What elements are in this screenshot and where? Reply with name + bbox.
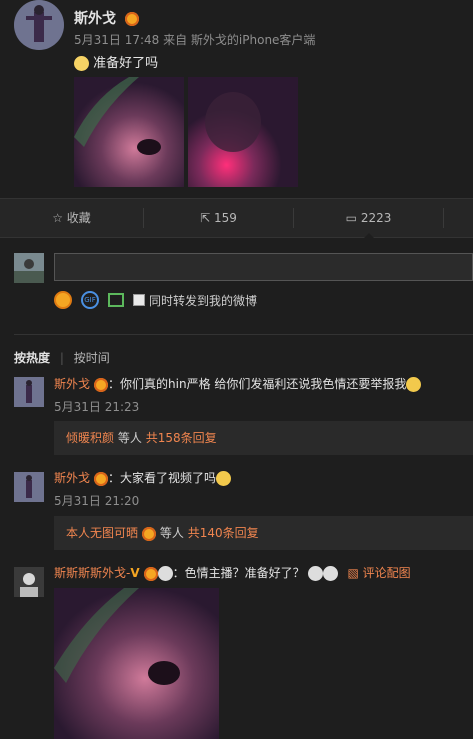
vip-badge-icon	[142, 526, 157, 541]
comment: 斯外戈 ：大家看了视频了吗	[54, 469, 232, 486]
sort-time-tab[interactable]: 按时间	[74, 351, 110, 365]
vip-badge-icon	[124, 12, 139, 26]
comment-count: 2223	[360, 211, 392, 225]
divider	[443, 208, 444, 228]
photo-image-icon	[188, 77, 298, 187]
repost-checkbox-label: 同时转发到我的微博	[149, 293, 258, 308]
favorite-button[interactable]: ☆ 收藏	[0, 199, 143, 237]
comment-avatar[interactable]	[14, 567, 44, 597]
panda-emoji-icon	[157, 566, 173, 581]
post-meta: 5月31日 17:48 来自 斯外戈的iPhone客户端	[74, 33, 316, 47]
comment-input[interactable]	[54, 253, 473, 281]
face-emoji-icon	[307, 566, 323, 581]
comment-text: 大家看了视频了吗	[120, 471, 217, 485]
comment-photo[interactable]	[54, 588, 219, 739]
post-photo-1[interactable]	[74, 77, 184, 187]
reply-summary[interactable]: 倾暖积颜 等人 共158条回复	[54, 421, 473, 455]
cat-emoji-icon	[216, 471, 232, 486]
post-action-bar: ☆ 收藏 ⇱ 159 ▭ 2223	[0, 198, 473, 238]
sort-hot-tab[interactable]: 按热度	[14, 351, 50, 365]
repost-count: 159	[213, 211, 237, 225]
reply-summary[interactable]: 本人无图可晒 等人 共140条回复	[54, 516, 473, 550]
face-emoji-icon	[322, 566, 338, 581]
comment-time: 5月31日 21:23	[54, 400, 140, 414]
comment-text: 你们真的hin严格 给你们发福利还说我色情还要举报我	[120, 377, 407, 391]
reply-count[interactable]: 共158条回复	[146, 431, 217, 445]
comment-author[interactable]: 斯斯斯斯外戈-	[54, 566, 130, 580]
image-icon[interactable]	[108, 293, 124, 307]
image-icon: ▧	[347, 566, 359, 580]
avatar-figure-icon	[14, 253, 44, 283]
photo-image-icon	[74, 77, 184, 187]
comment-author[interactable]: 斯外戈	[54, 471, 90, 485]
emoji-icon[interactable]	[54, 291, 72, 309]
vip-badge-icon	[94, 377, 109, 392]
comment-icon: ▭	[345, 211, 357, 225]
my-avatar[interactable]	[14, 253, 44, 283]
repost-icon: ⇱	[200, 211, 211, 225]
reply-mid: 等人	[159, 526, 184, 540]
active-arrow-icon	[364, 233, 374, 238]
author-avatar[interactable]	[14, 0, 64, 50]
divider	[14, 334, 473, 335]
reply-user[interactable]: 本人无图可晒	[66, 526, 138, 540]
post-text: 准备好了吗	[93, 56, 159, 71]
comment-author[interactable]: 斯外戈	[54, 377, 90, 391]
cat-emoji-icon	[406, 377, 422, 392]
avatar-figure-icon	[14, 0, 64, 50]
star-icon: ☆	[52, 211, 63, 225]
comment-avatar[interactable]	[14, 472, 44, 502]
reply-user[interactable]: 倾暖积颜	[66, 431, 114, 445]
comment-avatar[interactable]	[14, 377, 44, 407]
vip-badge-icon	[143, 566, 158, 581]
reply-mid: 等人	[117, 431, 142, 445]
comment: 斯斯斯斯外戈-V ：色情主播？准备好了？ ▧ 评论配图	[54, 566, 411, 581]
gif-icon[interactable]: GIF	[81, 291, 99, 309]
comment-image-link[interactable]: 评论配图	[363, 566, 411, 580]
comment-button[interactable]: ▭ 2223	[294, 199, 443, 237]
avatar-figure-icon	[14, 472, 44, 502]
comment-time: 5月31日 21:20	[54, 494, 140, 508]
avatar-figure-icon	[14, 377, 44, 407]
nervous-emoji-icon	[74, 56, 89, 71]
repost-button[interactable]: ⇱ 159	[144, 199, 293, 237]
reply-count[interactable]: 共140条回复	[188, 526, 259, 540]
favorite-label: 收藏	[66, 211, 91, 225]
repost-checkbox[interactable]	[133, 294, 145, 306]
post-author-name[interactable]: 斯外戈	[74, 11, 116, 27]
photo-image-icon	[54, 588, 219, 739]
comment-text: 色情主播？准备好了？	[184, 566, 305, 580]
comment: 斯外戈 ：你们真的hin严格 给你们发福利还说我色情还要举报我	[54, 375, 422, 392]
verified-v-icon: V	[130, 566, 140, 580]
vip-badge-icon	[94, 471, 109, 486]
post-photo-2[interactable]	[188, 77, 298, 187]
avatar-figure-icon	[14, 567, 44, 597]
